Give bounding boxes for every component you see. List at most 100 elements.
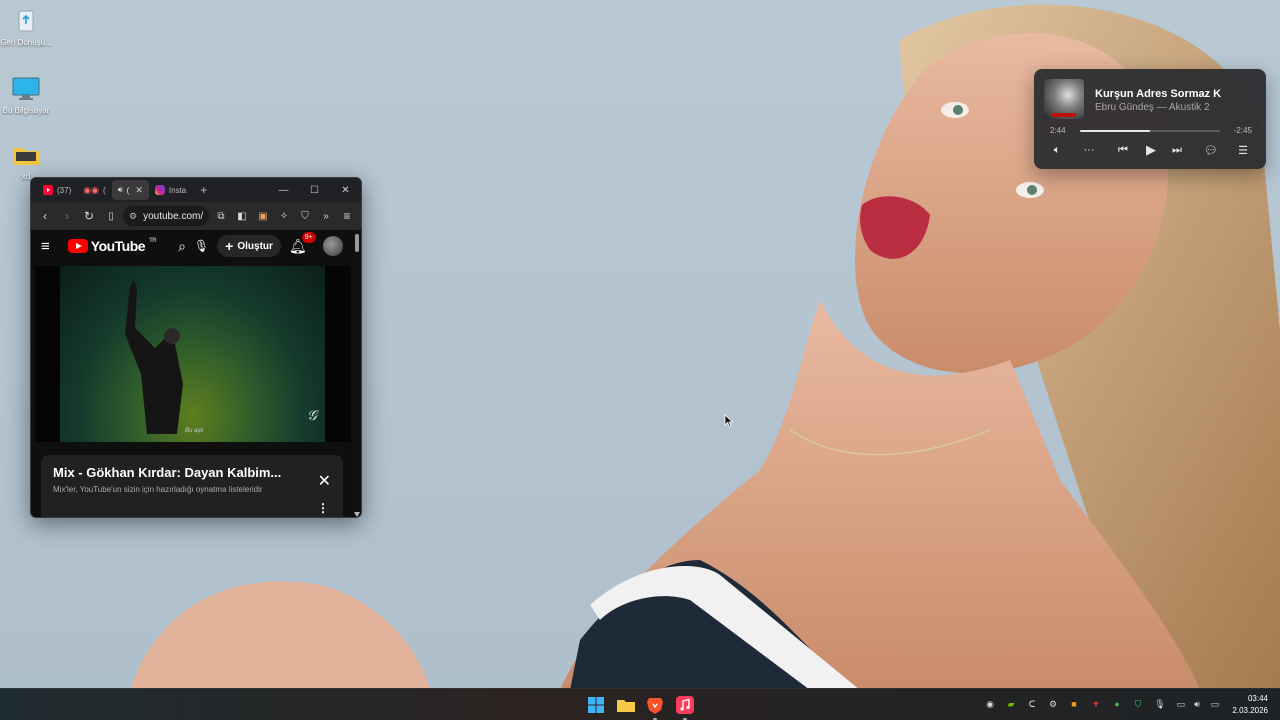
- volume-icon[interactable]: 🔈︎: [1050, 142, 1064, 158]
- start-icon[interactable]: [585, 694, 607, 716]
- wallpaper-knee: [130, 581, 430, 690]
- next-icon[interactable]: ⏭︎: [1168, 142, 1186, 158]
- tray-settings-icon[interactable]: ⚙: [1046, 697, 1060, 711]
- tray-app-icon[interactable]: ᑕ: [1025, 697, 1039, 711]
- media-icon[interactable]: ⧉: [211, 206, 231, 226]
- minimize-icon[interactable]: —: [268, 178, 299, 202]
- tab-youtube[interactable]: (37): [37, 180, 77, 200]
- youtube-logo-icon: [67, 239, 88, 253]
- browser-window[interactable]: (37) ◉◉ ( 🔊︎ ( ✕ Insta + — ☐ ✕ ‹ › ↻ ▯ ⚙…: [30, 177, 362, 518]
- tab-instagram[interactable]: Insta: [149, 180, 192, 200]
- folder-icon: [11, 140, 41, 170]
- progress-bar[interactable]: [1080, 130, 1220, 132]
- tray-microphone-icon[interactable]: 🎙︎: [1153, 697, 1167, 711]
- menu-icon[interactable]: ≡: [337, 206, 357, 226]
- mix-title: Mix - Gökhan Kırdar: Dayan Kalbim...: [53, 465, 282, 480]
- file-explorer-icon[interactable]: [615, 694, 637, 716]
- taskbar: ◉ ▰ ᑕ ⚙ ■ ▼ ● ⛉ 🎙︎ ▭ 🔊︎ ▭ 03:44 2.03.202…: [0, 688, 1280, 720]
- tab-label: Insta: [168, 185, 187, 195]
- window-controls: — ☐ ✕: [268, 178, 361, 202]
- tray-volume-icon[interactable]: 🔊︎: [1190, 697, 1204, 711]
- sidebar-icon[interactable]: ◧: [232, 206, 252, 226]
- brave-browser-icon[interactable]: [644, 694, 666, 716]
- queue-icon[interactable]: ☰: [1236, 142, 1250, 158]
- youtube-watch-page: Bu aşk 𝒢 Mix - Gökhan Kırdar: Dayan Kalb…: [31, 262, 361, 517]
- tab-active-audio[interactable]: 🔊︎ ( ✕: [111, 180, 149, 200]
- desktop-icon-recycle-bin[interactable]: Geri Dönüşü...: [0, 6, 52, 47]
- avatar[interactable]: [322, 236, 343, 256]
- tray-app-icon[interactable]: ◉: [983, 697, 997, 711]
- page-scrollbar[interactable]: [353, 230, 361, 517]
- tab-label: (37): [57, 185, 72, 195]
- tray-antivirus-icon[interactable]: ▼: [1089, 697, 1103, 711]
- notification-badge: 9+: [301, 231, 316, 243]
- extension-icon[interactable]: ▣: [253, 206, 273, 226]
- close-window-icon[interactable]: ✕: [330, 178, 361, 202]
- now-playing-widget: Kurşun Adres Sormaz K Ebru Gündeş — Akus…: [1034, 69, 1266, 169]
- channel-watermark-icon: 𝒢: [307, 407, 317, 423]
- video-performer-silhouette: [125, 280, 183, 434]
- site-settings-icon[interactable]: ⚙: [129, 211, 137, 222]
- close-icon[interactable]: ✕: [318, 471, 331, 491]
- tray-battery-icon[interactable]: ▭: [1208, 697, 1222, 711]
- video-frame: Bu aşk 𝒢: [60, 266, 325, 442]
- address-bar[interactable]: ⚙ youtube.com/...: [123, 206, 209, 226]
- tray-app-icon[interactable]: ■: [1067, 697, 1081, 711]
- microphone-icon[interactable]: 🎙︎: [194, 239, 209, 253]
- apple-music-icon[interactable]: [674, 694, 696, 716]
- forward-icon[interactable]: ›: [57, 206, 77, 226]
- play-icon[interactable]: ▶: [1142, 142, 1160, 158]
- taskbar-clock[interactable]: 03:44 2.03.2026: [1232, 693, 1268, 717]
- create-button[interactable]: + Oluştur: [217, 235, 281, 257]
- hamburger-menu-icon[interactable]: ≡: [41, 238, 50, 255]
- extensions-row: ⧉ ◧ ▣ ✧ ⛉ » ≡: [211, 206, 357, 226]
- computer-monitor-icon: [11, 74, 41, 104]
- mix-info-card[interactable]: Mix - Gökhan Kırdar: Dayan Kalbim... Mix…: [41, 455, 343, 517]
- back-icon[interactable]: ‹: [35, 206, 55, 226]
- desktop-icon-folder[interactable]: xd: [0, 140, 52, 181]
- notifications-bell-icon[interactable]: 🔔︎ 9+: [289, 231, 316, 255]
- tab-label: (: [102, 185, 106, 195]
- mouse-cursor-icon: [724, 414, 734, 428]
- more-icon[interactable]: ···: [1082, 142, 1096, 158]
- youtube-header: ≡ YouTube TR ⌕ 🎙︎ + Oluştur 🔔︎ 9+: [31, 230, 361, 262]
- tab-recording[interactable]: ◉◉ (: [77, 180, 111, 200]
- clock-time: 03:44: [1247, 694, 1268, 703]
- scroll-down-arrow-icon[interactable]: [354, 512, 360, 517]
- instagram-favicon-icon: [154, 185, 165, 195]
- tray-security-icon[interactable]: ⛉: [1131, 697, 1145, 711]
- video-player[interactable]: Bu aşk 𝒢: [35, 266, 351, 442]
- brave-shields-icon[interactable]: ⛉: [295, 206, 315, 226]
- recording-icon: ◉◉: [83, 184, 99, 195]
- lyrics-icon[interactable]: 💬︎: [1204, 142, 1218, 158]
- new-tab-icon[interactable]: +: [200, 183, 207, 197]
- bookmark-icon[interactable]: ▯: [101, 206, 121, 226]
- maximize-icon[interactable]: ☐: [299, 178, 330, 202]
- ai-assistant-icon[interactable]: ✧: [274, 206, 294, 226]
- create-label: Oluştur: [237, 240, 273, 252]
- desktop-icon-label: Bu Bilgisayar: [2, 106, 50, 115]
- progress-fill: [1080, 130, 1150, 132]
- more-extensions-icon[interactable]: »: [316, 206, 336, 226]
- tray-nvidia-icon[interactable]: ▰: [1004, 697, 1018, 711]
- album-art: [1044, 79, 1084, 119]
- more-vertical-icon[interactable]: ⋮: [317, 501, 329, 515]
- browser-toolbar: ‹ › ↻ ▯ ⚙ youtube.com/... ⧉ ◧ ▣ ✧ ⛉ » ≡: [31, 202, 361, 230]
- mix-subtitle: Mix'ler, YouTube'un sizin için hazırladı…: [53, 485, 263, 494]
- desktop-icon-this-pc[interactable]: Bu Bilgisayar: [0, 74, 52, 115]
- remaining-time: -2:45: [1233, 126, 1252, 135]
- tab-close-icon[interactable]: ✕: [135, 185, 143, 196]
- reload-icon[interactable]: ↻: [79, 206, 99, 226]
- address-url: youtube.com/...: [143, 210, 203, 222]
- plus-icon: +: [225, 238, 234, 254]
- youtube-logo[interactable]: YouTube TR: [67, 238, 157, 254]
- scrollbar-thumb[interactable]: [355, 234, 359, 252]
- youtube-logo-text: YouTube: [90, 238, 146, 254]
- track-title: Kurşun Adres Sormaz K: [1095, 88, 1222, 100]
- tray-network-icon[interactable]: ▭: [1174, 697, 1188, 711]
- search-icon[interactable]: ⌕: [178, 238, 186, 255]
- tray-app-icon[interactable]: ●: [1110, 697, 1124, 711]
- recycle-bin-icon: [11, 6, 41, 36]
- youtube-favicon-icon: [43, 185, 53, 195]
- previous-icon[interactable]: ⏮︎: [1114, 142, 1132, 158]
